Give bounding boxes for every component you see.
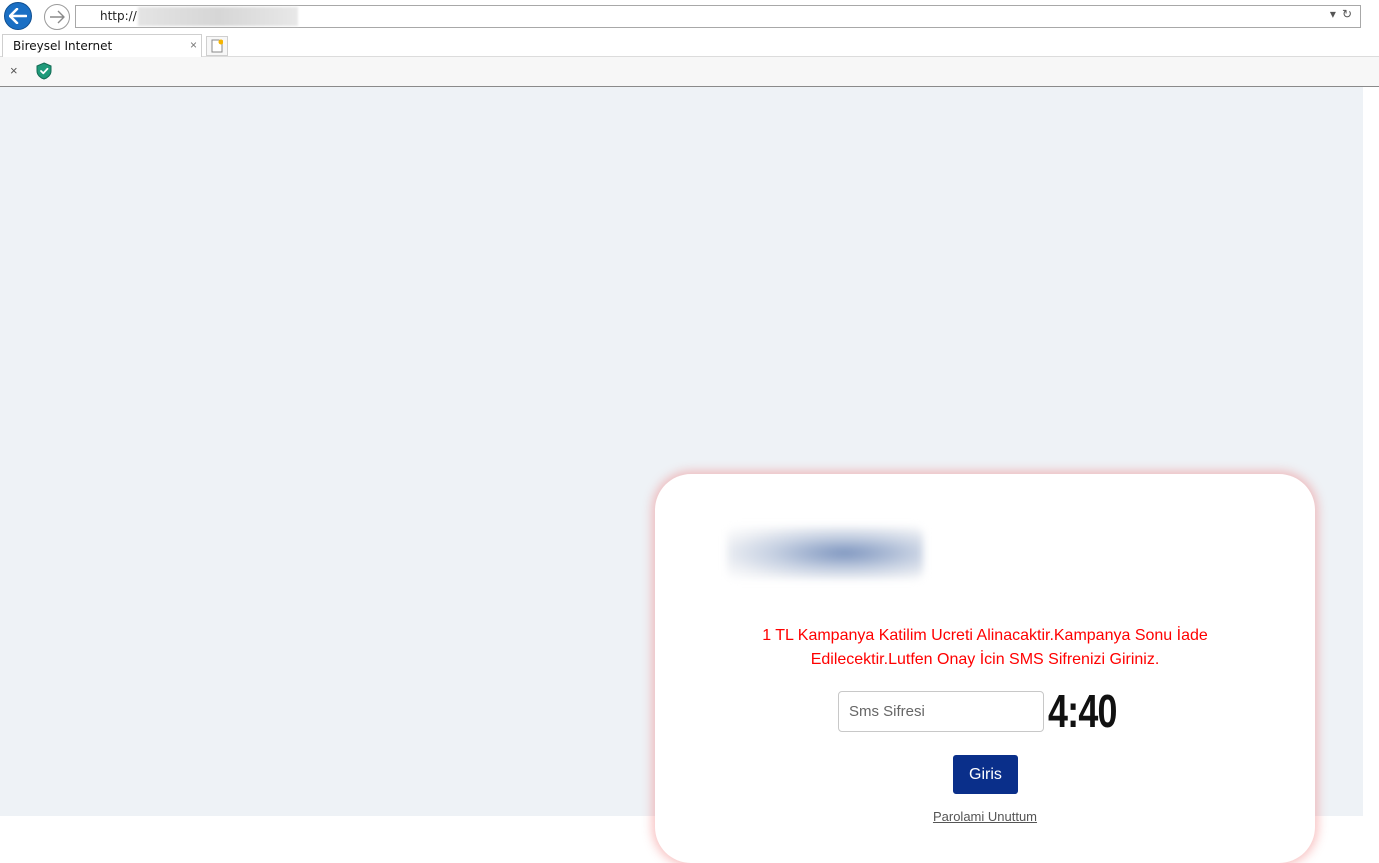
- command-bar: ×: [0, 57, 1379, 87]
- address-text: http://: [100, 9, 137, 23]
- arrow-left-icon: [9, 8, 27, 24]
- new-tab-icon: [211, 39, 223, 53]
- new-tab-button[interactable]: [206, 36, 228, 56]
- forward-button[interactable]: [44, 4, 70, 30]
- tab-bireysel-internet[interactable]: Bireysel Internet ×: [2, 34, 202, 57]
- campaign-message: 1 TL Kampanya Katilim Ucreti Alinacaktir…: [762, 627, 1208, 668]
- arrow-right-icon: [50, 10, 65, 24]
- tab-close-icon[interactable]: ×: [190, 38, 197, 52]
- address-tools: ▾ ↻: [1330, 7, 1352, 21]
- tab-bar: Bireysel Internet ×: [0, 32, 1379, 57]
- forgot-password-link[interactable]: Parolami Unuttum: [885, 809, 1085, 824]
- chevron-down-icon[interactable]: ▾: [1330, 7, 1336, 21]
- refresh-icon[interactable]: ↻: [1342, 7, 1352, 21]
- shield-icon[interactable]: [36, 62, 52, 80]
- address-input[interactable]: http:// ▾ ↻: [75, 5, 1361, 28]
- back-button[interactable]: [4, 2, 32, 30]
- sms-password-input[interactable]: [838, 691, 1044, 732]
- scrollbar-track[interactable]: [1363, 87, 1379, 816]
- giris-button[interactable]: Giris: [953, 755, 1018, 794]
- tab-title: Bireysel Internet: [13, 39, 113, 53]
- close-icon[interactable]: ×: [10, 63, 18, 78]
- address-bar-row: http:// ▾ ↻: [0, 0, 1379, 32]
- sms-login-card: 1 TL Kampanya Katilim Ucreti Alinacaktir…: [655, 474, 1315, 863]
- bank-logo: [727, 527, 923, 579]
- countdown-timer: 4:40: [1048, 685, 1117, 737]
- page-viewport: 1 TL Kampanya Katilim Ucreti Alinacaktir…: [0, 87, 1363, 863]
- address-redacted: [138, 7, 298, 26]
